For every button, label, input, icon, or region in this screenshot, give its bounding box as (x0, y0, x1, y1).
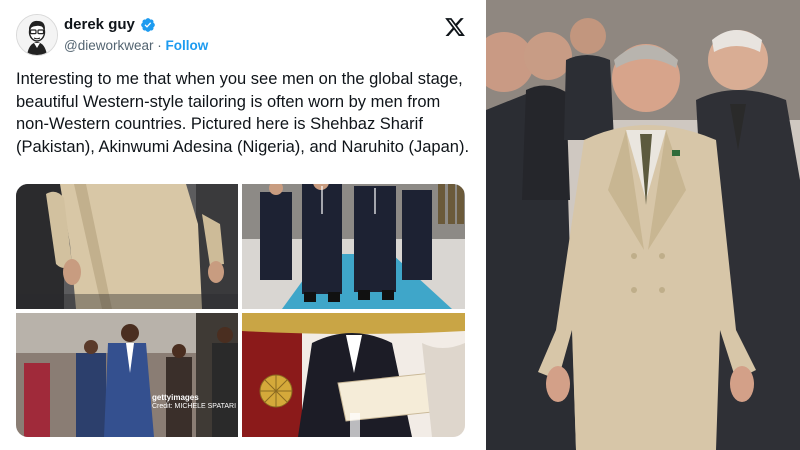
author-name[interactable]: derek guy (64, 16, 135, 33)
photo-tailcoat-ceremony[interactable] (242, 313, 465, 437)
x-logo-icon[interactable] (444, 16, 466, 38)
meme-composite: derek guy @dieworkwear · Follow Interest… (0, 0, 800, 450)
tweet-text: Interesting to me that when you see men … (16, 70, 470, 156)
media-grid: gettyimages Credit: MICHELE SPATARI (16, 184, 465, 437)
author-handle[interactable]: @dieworkwear (64, 38, 153, 53)
tweet-card: derek guy @dieworkwear · Follow Interest… (0, 0, 486, 450)
watermark-brand: gettyimages (152, 393, 199, 402)
follow-button[interactable]: Follow (165, 38, 208, 53)
verified-badge-icon (141, 17, 155, 32)
author-avatar[interactable] (16, 14, 58, 56)
handle-row: @dieworkwear · Follow (64, 38, 208, 53)
photo-double-breasted-beige-suit[interactable] (486, 0, 800, 450)
photo-walking-dark-suits[interactable] (242, 184, 465, 309)
author-name-row: derek guy (64, 16, 156, 33)
photo-credit: Credit: MICHELE SPATARI (152, 403, 237, 410)
separator: · (153, 38, 166, 53)
watermark: gettyimages Credit: MICHELE SPATARI (152, 394, 236, 411)
photo-beige-suit[interactable] (16, 184, 238, 309)
photo-blue-suit-walking[interactable]: gettyimages Credit: MICHELE SPATARI (16, 313, 238, 437)
